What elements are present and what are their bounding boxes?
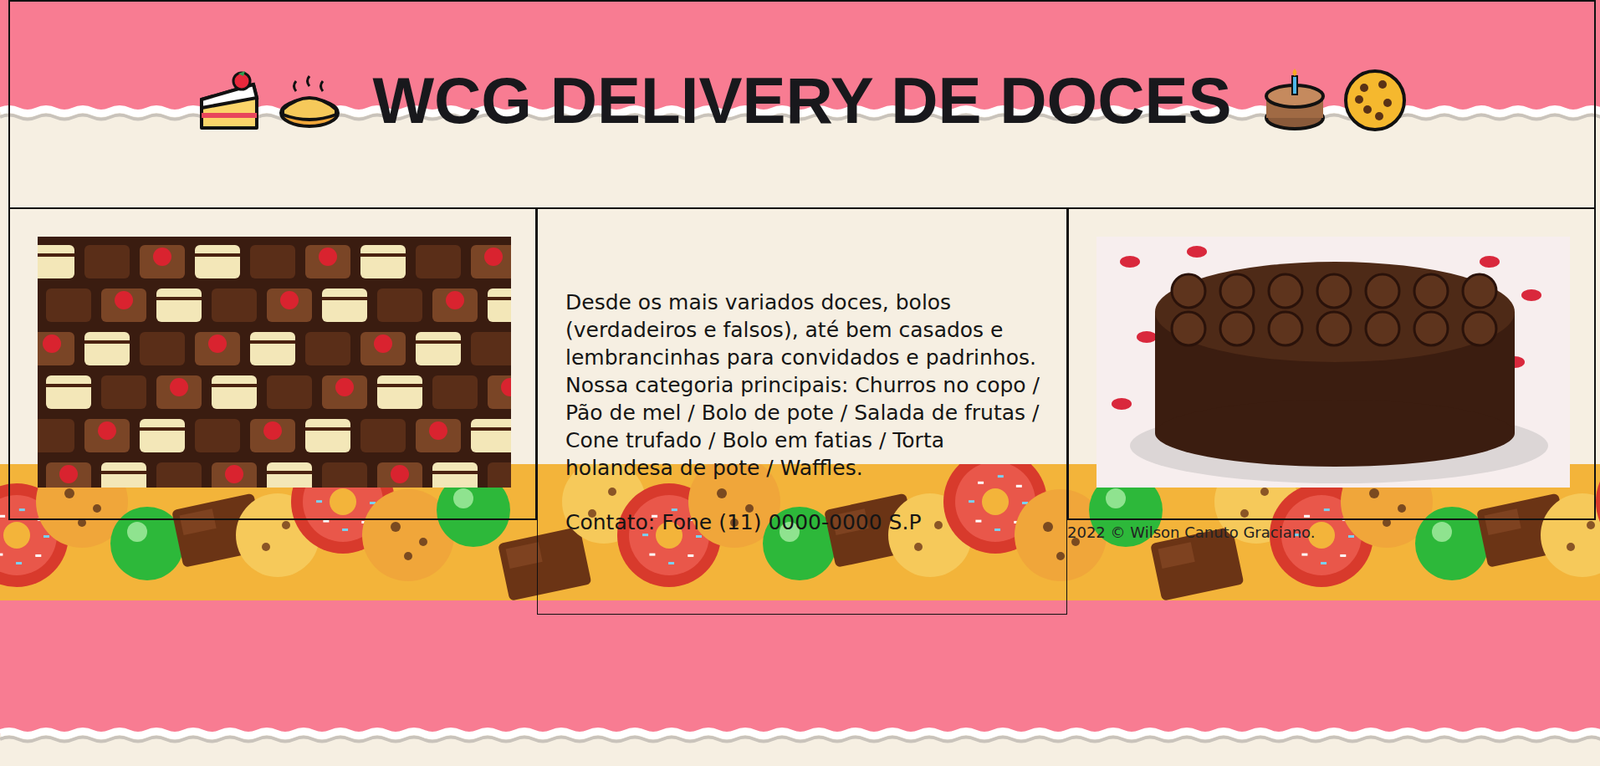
- description-text: Desde os mais variados doces, bolos (ver…: [565, 288, 1042, 482]
- header: WCG DELIVERY DE DOCES: [8, 0, 1596, 210]
- sweets-photo: [37, 236, 512, 488]
- left-icons: [194, 66, 344, 134]
- page: WCG DELIVERY DE DOCES Desde os mais varia…: [8, 0, 1596, 615]
- site-title: WCG DELIVERY DE DOCES: [372, 66, 1232, 134]
- pie-icon: [275, 66, 344, 135]
- content-row: Desde os mais variados doces, bolos (ver…: [8, 209, 1596, 615]
- right-panel: [1067, 209, 1596, 521]
- contact-text: Contato: Fone (11) 0000-0000 S.P: [565, 508, 1042, 537]
- cookie-icon: [1340, 66, 1410, 135]
- left-panel: [8, 209, 537, 521]
- right-icons: [1260, 66, 1410, 134]
- description-panel: Desde os mais variados doces, bolos (ver…: [536, 209, 1068, 615]
- cake-slice-icon: [194, 66, 264, 135]
- copyright: 2022 © Wilson Canuto Graciano.: [1067, 523, 1596, 542]
- right-column: 2022 © Wilson Canuto Graciano.: [1067, 209, 1596, 542]
- chocolate-cake-photo: [1096, 236, 1570, 488]
- birthday-cake-icon: [1260, 66, 1330, 135]
